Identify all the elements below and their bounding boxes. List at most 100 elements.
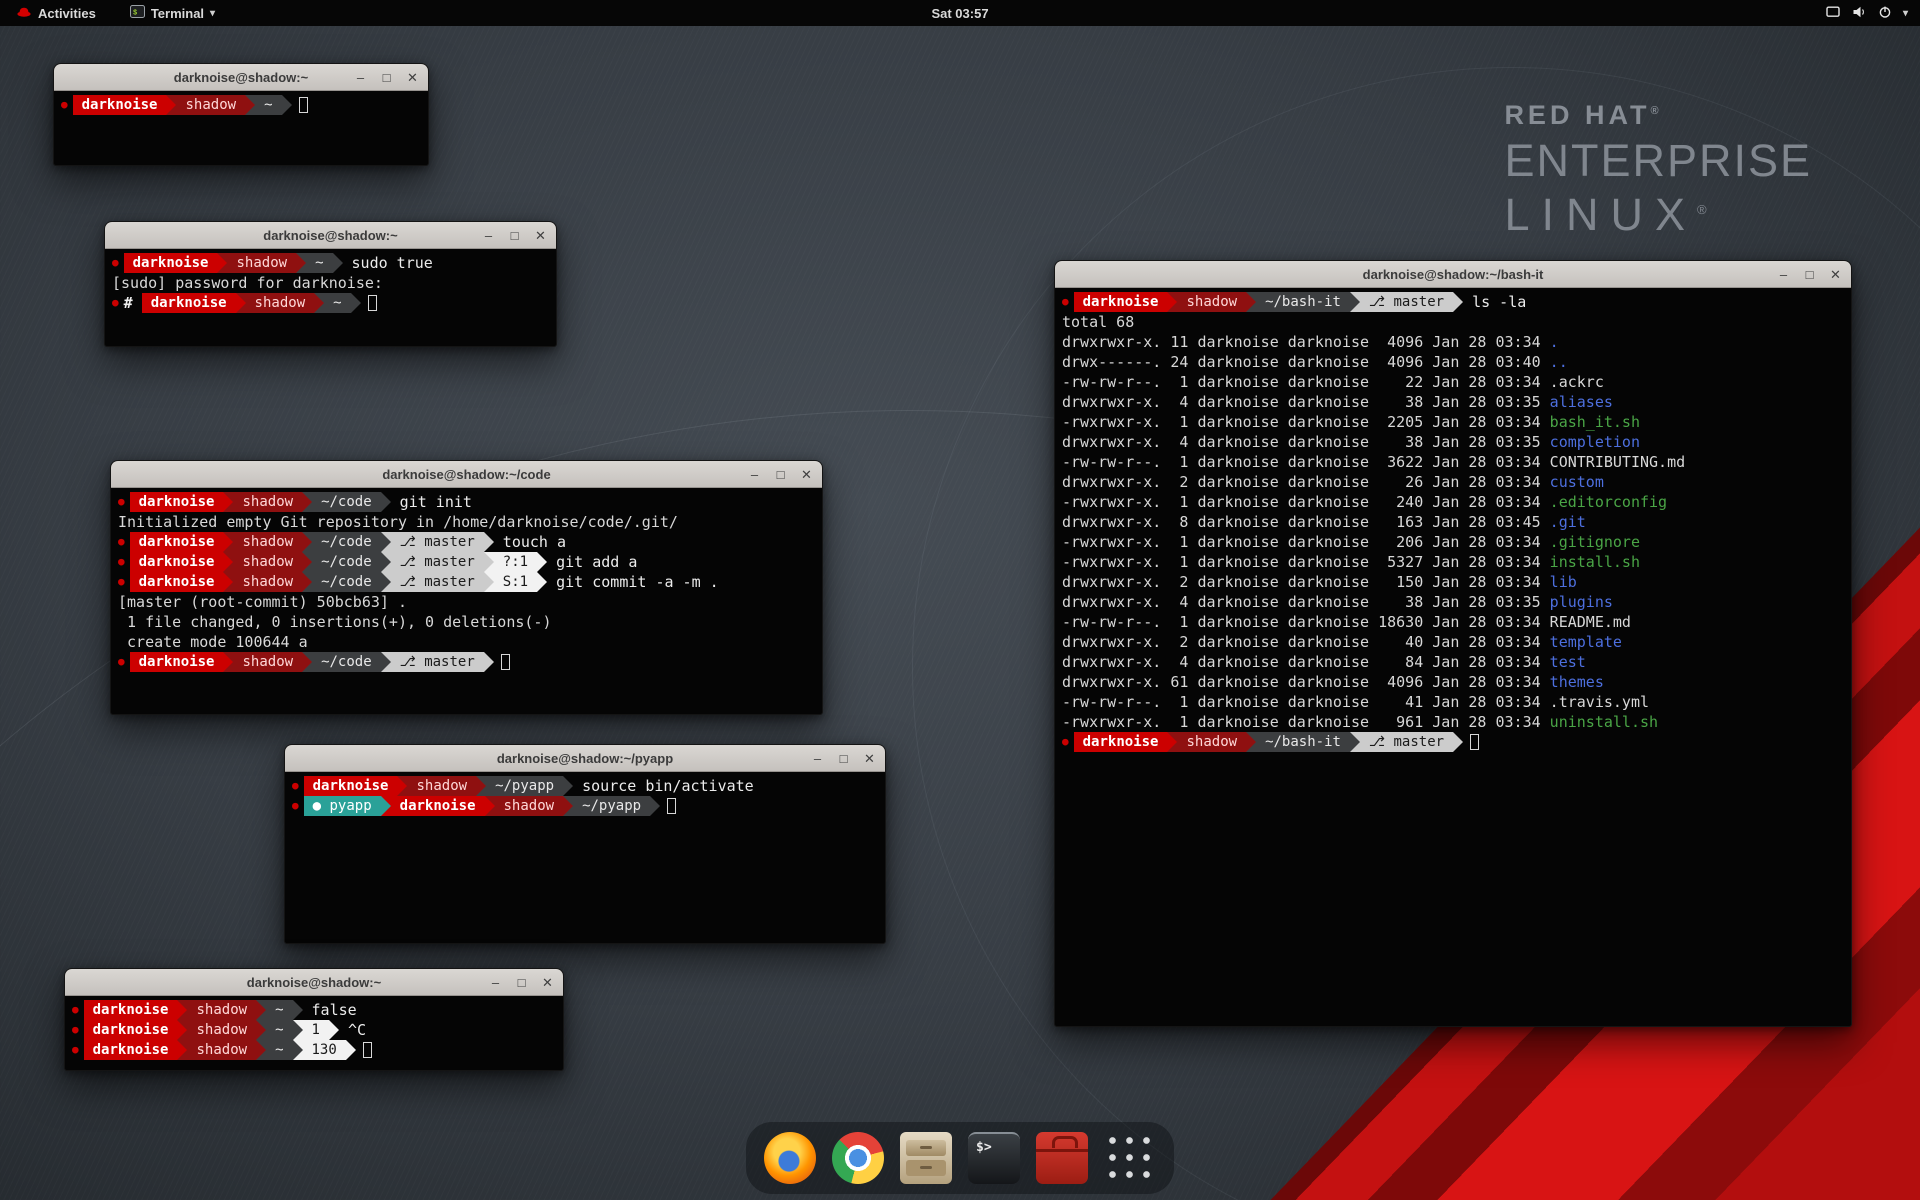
terminal-output-line: drwxrwxr-x. 2 darknoise darknoise 26 Jan… bbox=[1062, 472, 1844, 492]
prompt-icon: ● bbox=[72, 1020, 79, 1040]
dock-toolbox-icon[interactable] bbox=[1036, 1132, 1088, 1184]
minimize-button[interactable]: – bbox=[354, 71, 367, 85]
maximize-button[interactable]: □ bbox=[508, 229, 521, 243]
terminal-prompt-line: ●darknoiseshadow~ bbox=[61, 95, 421, 115]
terminal-output-line: 1 file changed, 0 insertions(+), 0 delet… bbox=[118, 612, 815, 632]
terminal-prompt-line: ●darknoiseshadow~1 ^C bbox=[72, 1020, 556, 1040]
terminal-window: darknoise@shadow:~/code – □ ✕ ●darknoise… bbox=[110, 460, 823, 715]
prompt-icon: ● bbox=[118, 492, 125, 512]
branding-redhat: RED HAT® bbox=[1504, 100, 1812, 131]
terminal-prompt-line: ●darknoiseshadow~/code⎇ masterS:1 git co… bbox=[118, 572, 815, 592]
prompt-icon: ● bbox=[292, 776, 299, 796]
minimize-button[interactable]: – bbox=[1777, 268, 1790, 282]
close-button[interactable]: ✕ bbox=[863, 752, 876, 766]
maximize-button[interactable]: □ bbox=[1803, 268, 1816, 282]
prompt-icon: ● bbox=[118, 652, 125, 672]
terminal-prompt-glyph: $> bbox=[976, 1140, 992, 1155]
app-menu[interactable]: $ Terminal ▾ bbox=[124, 0, 221, 26]
display-icon[interactable] bbox=[1825, 5, 1841, 22]
dock-files-icon[interactable] bbox=[900, 1132, 952, 1184]
terminal-output-line: Initialized empty Git repository in /hom… bbox=[118, 512, 815, 532]
terminal-cursor bbox=[368, 295, 377, 311]
terminal-output-line: drwxrwxr-x. 4 darknoise darknoise 84 Jan… bbox=[1062, 652, 1844, 672]
minimize-button[interactable]: – bbox=[489, 976, 502, 990]
terminal-output-line: drwxrwxr-x. 2 darknoise darknoise 40 Jan… bbox=[1062, 632, 1844, 652]
power-icon[interactable] bbox=[1877, 5, 1893, 22]
top-bar: Activities $ Terminal ▾ Sat 03:57 ▾ bbox=[0, 0, 1920, 26]
terminal-output-line: -rwxrwxr-x. 1 darknoise darknoise 961 Ja… bbox=[1062, 712, 1844, 732]
terminal-output-line: drwxrwxr-x. 2 darknoise darknoise 150 Ja… bbox=[1062, 572, 1844, 592]
terminal-prompt-line: ●# darknoiseshadow~ bbox=[112, 293, 549, 313]
maximize-button[interactable]: □ bbox=[380, 71, 393, 85]
terminal-output-line: -rw-rw-r--. 1 darknoise darknoise 18630 … bbox=[1062, 612, 1844, 632]
maximize-button[interactable]: □ bbox=[515, 976, 528, 990]
dock-firefox-icon[interactable] bbox=[764, 1132, 816, 1184]
chevron-down-icon: ▾ bbox=[210, 8, 215, 19]
window-titlebar[interactable]: darknoise@shadow:~ – □ ✕ bbox=[54, 64, 428, 91]
dock: $> bbox=[746, 1122, 1174, 1194]
terminal-output-line: -rwxrwxr-x. 1 darknoise darknoise 5327 J… bbox=[1062, 552, 1844, 572]
terminal-output-line: -rw-rw-r--. 1 darknoise darknoise 41 Jan… bbox=[1062, 692, 1844, 712]
prompt-icon: ● bbox=[1062, 292, 1069, 312]
terminal-output-line: drwxrwxr-x. 4 darknoise darknoise 38 Jan… bbox=[1062, 592, 1844, 612]
prompt-icon: ● bbox=[72, 1000, 79, 1020]
branding-linux: LINUX® bbox=[1504, 189, 1812, 241]
terminal-prompt-line: ●darknoiseshadow~/bash-it⎇ master ls -la bbox=[1062, 292, 1844, 312]
terminal-cursor bbox=[363, 1042, 372, 1058]
registered-mark: ® bbox=[1697, 202, 1707, 217]
minimize-button[interactable]: – bbox=[811, 752, 824, 766]
window-titlebar[interactable]: darknoise@shadow:~/pyapp – □ ✕ bbox=[285, 745, 885, 772]
dock-chrome-icon[interactable] bbox=[832, 1132, 884, 1184]
terminal-output-line: create mode 100644 a bbox=[118, 632, 815, 652]
terminal-prompt-line: ●● pyappdarknoiseshadow~/pyapp bbox=[292, 796, 878, 816]
terminal-content[interactable]: ●darknoiseshadow~/bash-it⎇ master ls -la… bbox=[1055, 288, 1851, 1026]
terminal-output-line: -rw-rw-r--. 1 darknoise darknoise 3622 J… bbox=[1062, 452, 1844, 472]
terminal-output-line: [sudo] password for darknoise: bbox=[112, 273, 549, 293]
maximize-button[interactable]: □ bbox=[774, 468, 787, 482]
redhat-branding: RED HAT® ENTERPRISE LINUX® bbox=[1504, 100, 1812, 241]
window-titlebar[interactable]: darknoise@shadow:~/code – □ ✕ bbox=[111, 461, 822, 488]
prompt-icon: ● bbox=[292, 796, 299, 816]
terminal-window: darknoise@shadow:~ – □ ✕ ●darknoiseshado… bbox=[104, 221, 557, 347]
terminal-output-line: drwxrwxr-x. 61 darknoise darknoise 4096 … bbox=[1062, 672, 1844, 692]
close-button[interactable]: ✕ bbox=[541, 976, 554, 990]
terminal-prompt-line: ●darknoiseshadow~/code⎇ master bbox=[118, 652, 815, 672]
maximize-button[interactable]: □ bbox=[837, 752, 850, 766]
registered-mark: ® bbox=[1650, 105, 1662, 117]
minimize-button[interactable]: – bbox=[748, 468, 761, 482]
window-titlebar[interactable]: darknoise@shadow:~ – □ ✕ bbox=[105, 222, 556, 249]
terminal-window: darknoise@shadow:~/bash-it – □ ✕ ●darkno… bbox=[1054, 260, 1852, 1027]
terminal-content[interactable]: ●darknoiseshadow~/pyapp source bin/activ… bbox=[285, 772, 885, 943]
terminal-output-line: total 68 bbox=[1062, 312, 1844, 332]
terminal-content[interactable]: ●darknoiseshadow~ sudo true[sudo] passwo… bbox=[105, 249, 556, 346]
window-title: darknoise@shadow:~/code bbox=[111, 461, 822, 488]
terminal-output-line: drwxrwxr-x. 8 darknoise darknoise 163 Ja… bbox=[1062, 512, 1844, 532]
window-titlebar[interactable]: darknoise@shadow:~ – □ ✕ bbox=[65, 969, 563, 996]
dock-terminal-icon[interactable]: $> bbox=[968, 1132, 1020, 1184]
terminal-prompt-line: ●darknoiseshadow~130 bbox=[72, 1040, 556, 1060]
window-titlebar[interactable]: darknoise@shadow:~/bash-it – □ ✕ bbox=[1055, 261, 1851, 288]
close-button[interactable]: ✕ bbox=[800, 468, 813, 482]
volume-icon[interactable] bbox=[1851, 5, 1867, 22]
close-button[interactable]: ✕ bbox=[1829, 268, 1842, 282]
activities-button[interactable]: Activities bbox=[10, 0, 102, 26]
terminal-cursor bbox=[667, 798, 676, 814]
terminal-cursor bbox=[1470, 734, 1479, 750]
branding-enterprise: ENTERPRISE bbox=[1504, 135, 1812, 187]
terminal-icon: $ bbox=[130, 5, 145, 21]
terminal-output-line: -rwxrwxr-x. 1 darknoise darknoise 2205 J… bbox=[1062, 412, 1844, 432]
close-button[interactable]: ✕ bbox=[406, 71, 419, 85]
chevron-down-icon[interactable]: ▾ bbox=[1903, 8, 1908, 19]
terminal-content[interactable]: ●darknoiseshadow~ false●darknoiseshadow~… bbox=[65, 996, 563, 1070]
close-button[interactable]: ✕ bbox=[534, 229, 547, 243]
terminal-window: darknoise@shadow:~ – □ ✕ ●darknoiseshado… bbox=[64, 968, 564, 1071]
terminal-content[interactable]: ●darknoiseshadow~ bbox=[54, 91, 428, 165]
terminal-content[interactable]: ●darknoiseshadow~/code git initInitializ… bbox=[111, 488, 822, 714]
dock-appgrid-icon[interactable] bbox=[1104, 1132, 1156, 1184]
prompt-icon: ● bbox=[72, 1040, 79, 1060]
terminal-prompt-line: ●darknoiseshadow~/pyapp source bin/activ… bbox=[292, 776, 878, 796]
minimize-button[interactable]: – bbox=[482, 229, 495, 243]
terminal-window: darknoise@shadow:~/pyapp – □ ✕ ●darknois… bbox=[284, 744, 886, 944]
prompt-icon: ● bbox=[118, 532, 125, 552]
clock[interactable]: Sat 03:57 bbox=[931, 6, 988, 21]
